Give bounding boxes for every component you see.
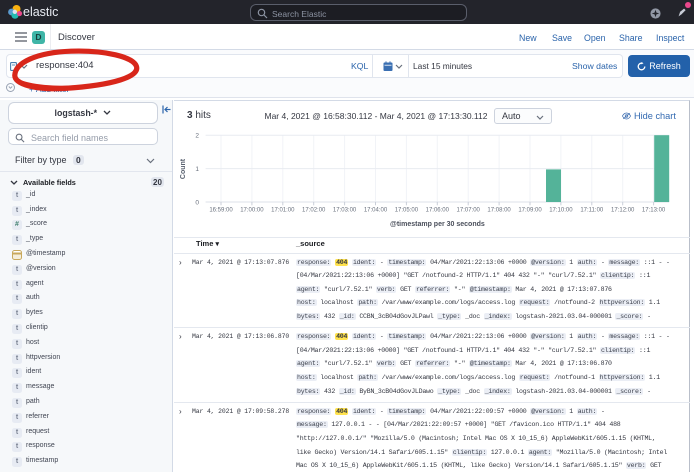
svg-text:17:01:00: 17:01:00 bbox=[271, 208, 295, 214]
svg-text:17:11:00: 17:11:00 bbox=[580, 208, 604, 214]
svg-text:17:10:00: 17:10:00 bbox=[549, 208, 573, 214]
svg-text:17:03:00: 17:03:00 bbox=[333, 208, 357, 214]
svg-text:17:07:00: 17:07:00 bbox=[457, 208, 481, 214]
svg-text:17:12:00: 17:12:00 bbox=[611, 208, 635, 214]
svg-text:17:08:00: 17:08:00 bbox=[487, 208, 511, 214]
svg-text:17:04:00: 17:04:00 bbox=[364, 208, 388, 214]
svg-text:17:09:00: 17:09:00 bbox=[518, 208, 542, 214]
svg-text:Count: Count bbox=[180, 158, 187, 179]
svg-text:17:00:00: 17:00:00 bbox=[240, 208, 264, 214]
svg-text:17:06:00: 17:06:00 bbox=[426, 208, 450, 214]
svg-text:2: 2 bbox=[195, 133, 199, 140]
svg-text:@timestamp per 30 seconds: @timestamp per 30 seconds bbox=[390, 221, 485, 228]
svg-text:17:05:00: 17:05:00 bbox=[395, 208, 419, 214]
svg-text:17:02:00: 17:02:00 bbox=[302, 208, 326, 214]
svg-text:0: 0 bbox=[195, 200, 199, 207]
svg-text:1: 1 bbox=[195, 166, 199, 173]
svg-text:16:59:00: 16:59:00 bbox=[209, 208, 233, 214]
svg-text:17:13:00: 17:13:00 bbox=[642, 208, 666, 214]
